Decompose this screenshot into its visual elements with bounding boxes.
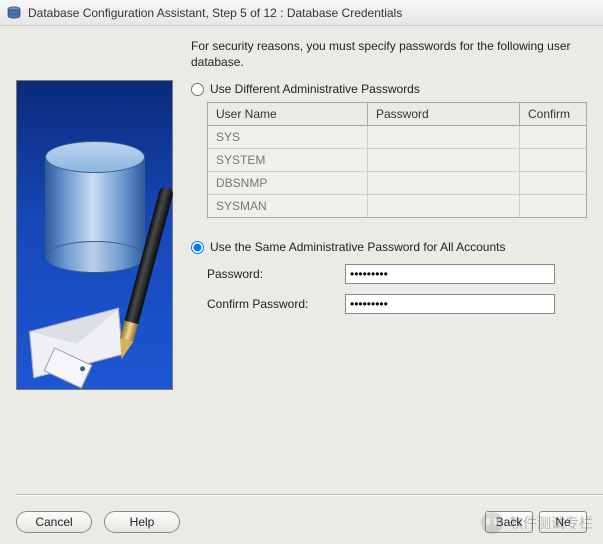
cell-confirm[interactable] — [520, 195, 586, 217]
cell-username: DBSNMP — [208, 172, 368, 194]
cell-username: SYSTEM — [208, 149, 368, 171]
col-header-password: Password — [368, 103, 520, 125]
password-row: Password: — [207, 264, 587, 284]
radio-same-input[interactable] — [191, 241, 204, 254]
password-input[interactable] — [345, 264, 555, 284]
help-button[interactable]: Help — [104, 511, 180, 533]
radio-same-label: Use the Same Administrative Password for… — [210, 240, 505, 254]
table-row: SYS — [208, 126, 586, 149]
content-area: For security reasons, you must specify p… — [0, 26, 603, 544]
radio-different-passwords[interactable]: Use Different Administrative Passwords — [191, 82, 587, 96]
credentials-form: Use Different Administrative Passwords U… — [191, 80, 587, 314]
cell-username: SYSMAN — [208, 195, 368, 217]
intro-text: For security reasons, you must specify p… — [191, 38, 587, 70]
database-icon — [45, 141, 145, 261]
bottom-bar: Cancel Help Back Ne — [0, 500, 603, 544]
table-header: User Name Password Confirm — [208, 103, 586, 126]
col-header-username: User Name — [208, 103, 368, 125]
cell-password[interactable] — [368, 172, 520, 194]
cell-confirm[interactable] — [520, 126, 586, 148]
titlebar: Database Configuration Assistant, Step 5… — [0, 0, 603, 26]
table-row: DBSNMP — [208, 172, 586, 195]
col-header-confirm: Confirm — [520, 103, 586, 125]
radio-different-input[interactable] — [191, 83, 204, 96]
cancel-button[interactable]: Cancel — [16, 511, 92, 533]
confirm-password-label: Confirm Password: — [207, 297, 337, 311]
users-table: User Name Password Confirm SYS SYSTEM DB… — [207, 102, 587, 218]
wizard-illustration — [16, 80, 173, 390]
window-title: Database Configuration Assistant, Step 5… — [28, 6, 402, 20]
password-label: Password: — [207, 267, 337, 281]
confirm-password-row: Confirm Password: — [207, 294, 587, 314]
cell-password[interactable] — [368, 126, 520, 148]
cell-password[interactable] — [368, 149, 520, 171]
table-row: SYSTEM — [208, 149, 586, 172]
next-button[interactable]: Ne — [539, 511, 587, 533]
cell-confirm[interactable] — [520, 149, 586, 171]
radio-different-label: Use Different Administrative Passwords — [210, 82, 420, 96]
app-icon — [6, 5, 22, 21]
cell-username: SYS — [208, 126, 368, 148]
cell-password[interactable] — [368, 195, 520, 217]
cell-confirm[interactable] — [520, 172, 586, 194]
confirm-password-input[interactable] — [345, 294, 555, 314]
back-button[interactable]: Back — [485, 511, 533, 533]
table-row: SYSMAN — [208, 195, 586, 217]
radio-same-password[interactable]: Use the Same Administrative Password for… — [191, 240, 587, 254]
divider — [16, 494, 603, 496]
